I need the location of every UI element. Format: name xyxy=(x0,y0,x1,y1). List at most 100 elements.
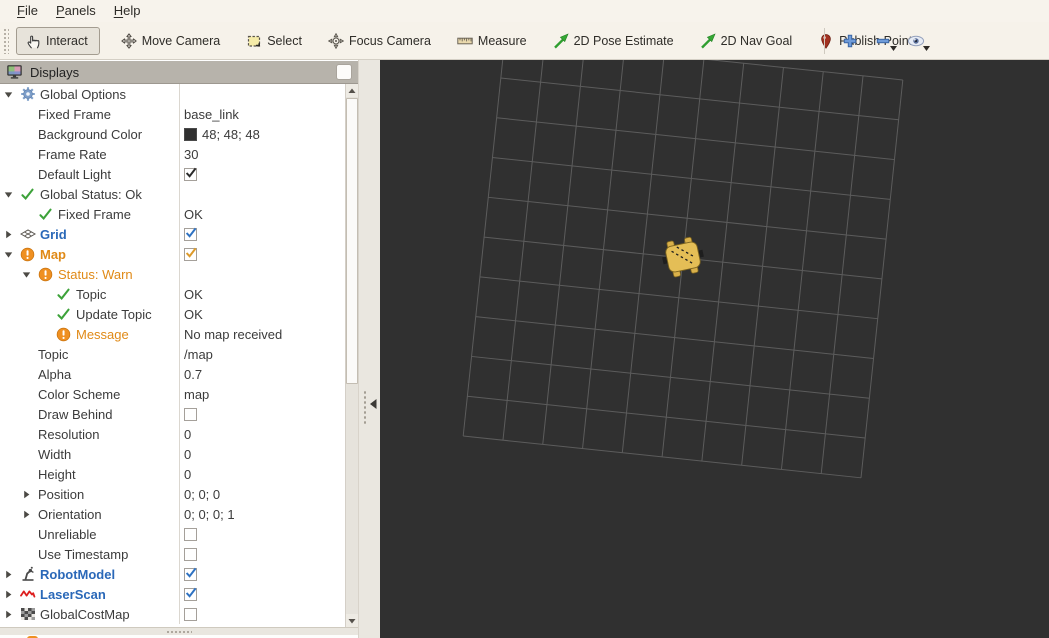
scrollbar-thumb[interactable] xyxy=(346,98,358,384)
toolbar-drag-handle[interactable] xyxy=(3,27,9,54)
tree-row-fixed-frame[interactable]: Fixed Frame OK xyxy=(0,204,358,224)
tree-row-color-scheme[interactable]: Color Scheme map xyxy=(0,384,358,404)
tree-value[interactable]: 0; 0; 0; 1 xyxy=(179,504,358,524)
tree-value[interactable]: 48; 48; 48 xyxy=(179,124,358,144)
tree-row-fixed-frame[interactable]: Fixed Frame base_link xyxy=(0,104,358,124)
toolbar-action-add-tool-icon[interactable] xyxy=(837,27,863,55)
tree-row-update-topic[interactable]: Update Topic OK xyxy=(0,304,358,324)
expander-closed-icon[interactable] xyxy=(22,510,38,519)
dropdown-caret-icon[interactable] xyxy=(923,39,930,54)
scroll-down-icon[interactable] xyxy=(346,614,358,627)
expander-closed-icon[interactable] xyxy=(4,230,20,239)
tree-value[interactable] xyxy=(179,84,358,104)
tree-value[interactable] xyxy=(179,584,358,604)
checkbox[interactable] xyxy=(184,547,197,561)
toolbar-action-tool-visibility-eye-icon[interactable] xyxy=(903,27,930,55)
splitter-collapse-icon[interactable] xyxy=(368,398,378,410)
expander-closed-icon[interactable] xyxy=(4,570,20,579)
tree-value[interactable] xyxy=(179,544,358,564)
tree-row-unreliable[interactable]: Unreliable xyxy=(0,524,358,544)
tree-value[interactable]: OK xyxy=(179,304,358,324)
tree-value[interactable] xyxy=(179,524,358,544)
tree-value[interactable] xyxy=(179,164,358,184)
tree-value[interactable]: 0; 0; 0 xyxy=(179,484,358,504)
tree-row-use-timestamp[interactable]: Use Timestamp xyxy=(0,544,358,564)
displays-panel-header[interactable]: Displays xyxy=(0,61,358,84)
tool-2d-nav-goal[interactable]: 2D Nav Goal xyxy=(693,27,800,55)
tree-value[interactable]: 0 xyxy=(179,464,358,484)
tree-row-topic[interactable]: Topic/map xyxy=(0,344,358,364)
checkbox[interactable] xyxy=(184,167,197,181)
tree-row-laserscan[interactable]: LaserScan xyxy=(0,584,358,604)
checkbox[interactable] xyxy=(184,407,197,421)
tree-row-map[interactable]: Map xyxy=(0,244,358,264)
checkbox[interactable] xyxy=(184,567,197,581)
tree-value[interactable]: OK xyxy=(179,284,358,304)
tree-row-global-status-ok[interactable]: Global Status: Ok xyxy=(0,184,358,204)
tree-row-alpha[interactable]: Alpha 0.7 xyxy=(0,364,358,384)
horizontal-splitter[interactable] xyxy=(0,627,358,635)
panel-corner-button[interactable] xyxy=(336,64,352,80)
toolbar-action-remove-tool-icon[interactable] xyxy=(870,27,897,55)
tree-row-status-warn[interactable]: Status: Warn xyxy=(0,264,358,284)
tree-value[interactable]: 0 xyxy=(179,424,358,444)
tree-scrollbar[interactable] xyxy=(345,84,358,627)
tree-row-default-light[interactable]: Default Light xyxy=(0,164,358,184)
dropdown-caret-icon[interactable] xyxy=(890,39,897,54)
checkbox[interactable] xyxy=(184,247,197,261)
tree-row-topic[interactable]: Topic OK xyxy=(0,284,358,304)
expander-closed-icon[interactable] xyxy=(22,490,38,499)
expander-open-icon[interactable] xyxy=(4,250,20,259)
expander-closed-icon[interactable] xyxy=(4,590,20,599)
tree-value[interactable]: /map xyxy=(179,344,358,364)
checkbox[interactable] xyxy=(184,587,197,601)
3d-viewport[interactable] xyxy=(380,60,1049,638)
tree-row-height[interactable]: Height 0 xyxy=(0,464,358,484)
tool-select[interactable]: Select xyxy=(239,27,309,55)
tree-value[interactable] xyxy=(179,604,358,624)
tree-value[interactable] xyxy=(179,244,358,264)
tool-2d-pose-estimate[interactable]: 2D Pose Estimate xyxy=(546,27,681,55)
color-swatch[interactable] xyxy=(184,127,197,141)
expander-closed-icon[interactable] xyxy=(4,610,20,619)
menu-panels[interactable]: Panels xyxy=(47,0,105,22)
tree-row-global-options[interactable]: Global Options xyxy=(0,84,358,104)
tree-row-width[interactable]: Width 0 xyxy=(0,444,358,464)
tree-value[interactable]: 0 xyxy=(179,444,358,464)
tool-interact[interactable]: Interact xyxy=(16,26,100,55)
menu-help[interactable]: Help xyxy=(105,0,150,22)
tree-value[interactable] xyxy=(179,224,358,244)
checkbox[interactable] xyxy=(184,527,197,541)
tree-value[interactable] xyxy=(179,404,358,424)
tree-row-orientation[interactable]: Orientation 0; 0; 0; 1 xyxy=(0,504,358,524)
tree-value[interactable]: 0.7 xyxy=(179,364,358,384)
tree-row-message[interactable]: Message No map received xyxy=(0,324,358,344)
tree-value[interactable] xyxy=(179,264,358,284)
tool-focus-camera[interactable]: Focus Camera xyxy=(321,27,438,55)
expander-open-icon[interactable] xyxy=(4,90,20,99)
tree-value[interactable]: map xyxy=(179,384,358,404)
tree-row-globalcostmap[interactable]: GlobalCostMap xyxy=(0,604,358,624)
tree-row-robotmodel[interactable]: RobotModel xyxy=(0,564,358,584)
scroll-up-icon[interactable] xyxy=(346,84,358,97)
tree-value[interactable]: OK xyxy=(179,204,358,224)
expander-open-icon[interactable] xyxy=(22,270,38,279)
tree-row-background-color[interactable]: Background Color 48; 48; 48 xyxy=(0,124,358,144)
menu-file[interactable]: File xyxy=(8,0,47,22)
tool-measure[interactable]: Measure xyxy=(450,27,534,55)
tree-value[interactable]: 30 xyxy=(179,144,358,164)
tree-value[interactable] xyxy=(179,564,358,584)
tree-row-grid[interactable]: Grid xyxy=(0,224,358,244)
tree-value[interactable]: base_link xyxy=(179,104,358,124)
tool-move-camera[interactable]: Move Camera xyxy=(114,27,228,55)
tree-value[interactable]: No map received xyxy=(179,324,358,344)
vertical-splitter[interactable] xyxy=(358,60,380,638)
tree-value[interactable] xyxy=(179,184,358,204)
expander-open-icon[interactable] xyxy=(4,190,20,199)
checkbox[interactable] xyxy=(184,227,197,241)
tree-row-draw-behind[interactable]: Draw Behind xyxy=(0,404,358,424)
tree-row-resolution[interactable]: Resolution 0 xyxy=(0,424,358,444)
tree-row-frame-rate[interactable]: Frame Rate 30 xyxy=(0,144,358,164)
checkbox[interactable] xyxy=(184,607,197,621)
tree-row-position[interactable]: Position 0; 0; 0 xyxy=(0,484,358,504)
